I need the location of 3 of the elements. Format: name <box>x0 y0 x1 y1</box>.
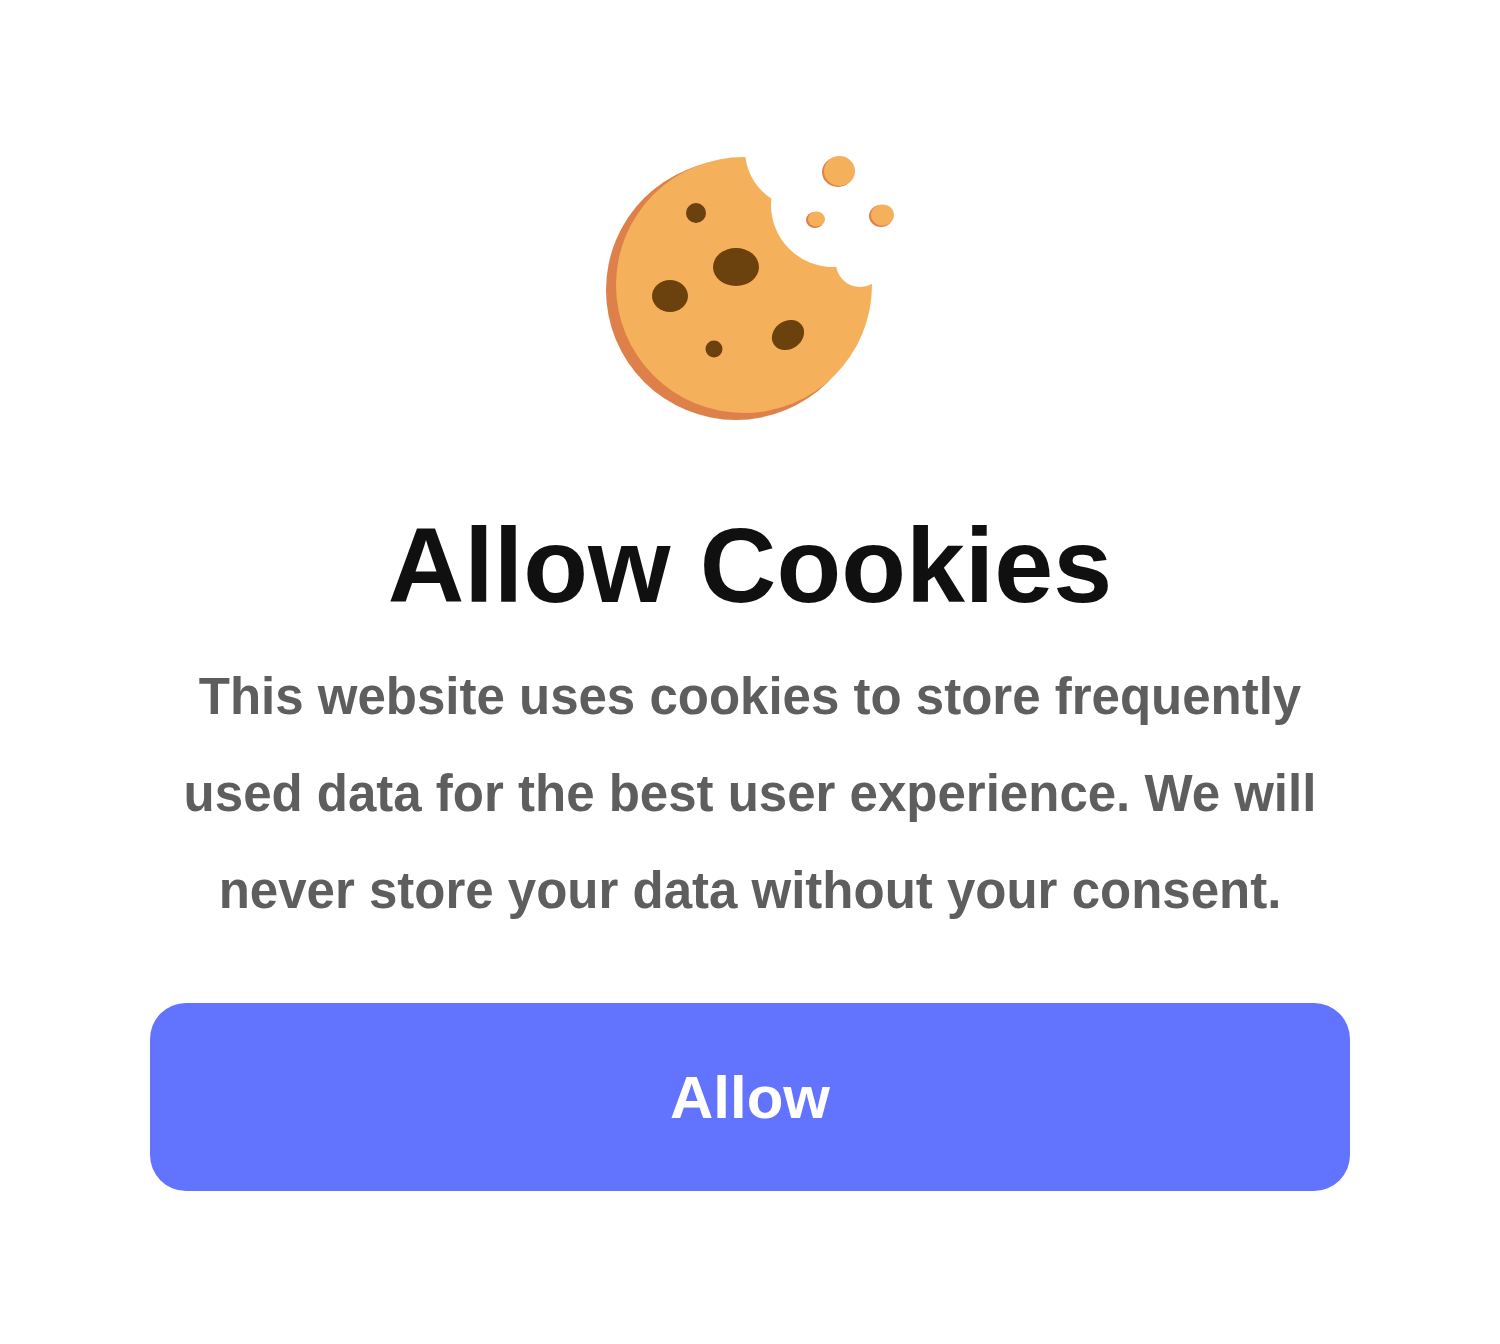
allow-button[interactable]: Allow <box>150 1003 1350 1191</box>
dialog-message: This website uses cookies to store frequently used data for the best user experience. We will never store your data without your consent. <box>182 667 1318 921</box>
dialog-title: Allow Cookies <box>387 510 1113 620</box>
